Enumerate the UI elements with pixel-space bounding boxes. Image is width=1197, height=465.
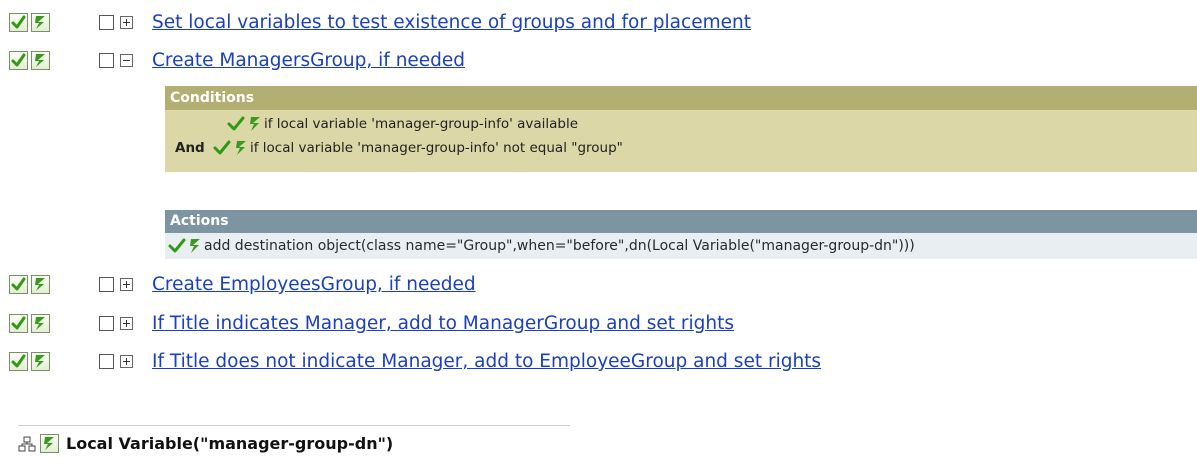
condition-connector: And — [175, 140, 205, 156]
trace-lightning-icon — [35, 317, 45, 330]
condition-item[interactable]: And if local variable 'manager-group-inf… — [165, 136, 1197, 160]
rule-select-checkbox[interactable] — [99, 277, 114, 292]
trace-toggle[interactable] — [40, 434, 59, 453]
rule-trace-toggle[interactable] — [31, 352, 50, 371]
green-check-icon — [168, 238, 186, 253]
rule-trace-toggle[interactable] — [31, 275, 50, 294]
rule-trace-toggle[interactable] — [31, 314, 50, 333]
trace-lightning-icon — [35, 278, 45, 291]
rule-enabled-checkbox[interactable] — [9, 13, 28, 32]
plus-box-icon[interactable] — [120, 317, 133, 330]
trace-lightning-icon — [35, 355, 45, 368]
rule-row: Create EmployeesGroup, if needed — [0, 272, 1197, 299]
rule-select-checkbox[interactable] — [99, 53, 114, 68]
rule-enabled-checkbox[interactable] — [9, 352, 28, 371]
conditions-header: Conditions — [165, 86, 1197, 110]
rule-link[interactable]: Set local variables to test existence of… — [152, 12, 751, 34]
minus-box-icon[interactable] — [120, 54, 133, 67]
rule-row: Set local variables to test existence of… — [0, 10, 1197, 37]
trace-lightning-icon — [35, 16, 45, 29]
actions-header: Actions — [165, 210, 1197, 233]
rule-row: Create ManagersGroup, if needed — [0, 48, 1197, 75]
tree-structure-icon[interactable] — [18, 436, 36, 452]
rule-trace-toggle[interactable] — [31, 51, 50, 70]
rule-row: If Title does not indicate Manager, add … — [0, 349, 1197, 376]
green-check-icon — [227, 116, 245, 131]
rule-link[interactable]: If Title does not indicate Manager, add … — [152, 351, 821, 373]
actions-panel: Actions add destination object(class nam… — [165, 210, 1197, 266]
condition-text: if local variable 'manager-group-info' a… — [264, 116, 579, 132]
plus-box-icon[interactable] — [120, 16, 133, 29]
rule-trace-toggle[interactable] — [31, 13, 50, 32]
rule-select-checkbox[interactable] — [99, 316, 114, 331]
trace-lightning-icon — [236, 141, 246, 155]
condition-item[interactable]: if local variable 'manager-group-info' a… — [165, 112, 1197, 136]
green-check-icon — [11, 354, 26, 368]
trace-lightning-icon — [190, 239, 200, 253]
green-check-icon — [11, 15, 26, 29]
selected-argument: Local Variable("manager-group-dn") — [18, 433, 578, 457]
rule-select-checkbox[interactable] — [99, 354, 114, 369]
rule-enabled-checkbox[interactable] — [9, 314, 28, 333]
rule-select-checkbox[interactable] — [99, 15, 114, 30]
policy-editor: Set local variables to test existence of… — [0, 0, 1197, 465]
conditions-panel: Conditions if local variable 'manager-gr… — [165, 86, 1197, 172]
trace-lightning-icon — [250, 117, 260, 131]
trace-lightning-icon — [35, 54, 45, 67]
rule-row: If Title indicates Manager, add to Manag… — [0, 311, 1197, 338]
divider — [18, 425, 570, 426]
condition-text: if local variable 'manager-group-info' n… — [250, 140, 623, 156]
green-check-icon — [11, 277, 26, 291]
argument-label: Local Variable("manager-group-dn") — [66, 434, 394, 453]
green-check-icon — [213, 140, 231, 155]
rule-enabled-checkbox[interactable] — [9, 275, 28, 294]
rule-enabled-checkbox[interactable] — [9, 51, 28, 70]
plus-box-icon[interactable] — [120, 355, 133, 368]
action-text: add destination object(class name="Group… — [204, 238, 915, 254]
rule-link[interactable]: Create EmployeesGroup, if needed — [152, 274, 476, 296]
green-check-icon — [11, 316, 26, 330]
trace-lightning-icon — [44, 437, 54, 450]
green-check-icon — [11, 53, 26, 67]
rule-link[interactable]: Create ManagersGroup, if needed — [152, 50, 465, 72]
plus-box-icon[interactable] — [120, 278, 133, 291]
rule-link[interactable]: If Title indicates Manager, add to Manag… — [152, 313, 734, 335]
action-item[interactable]: add destination object(class name="Group… — [165, 233, 1197, 259]
